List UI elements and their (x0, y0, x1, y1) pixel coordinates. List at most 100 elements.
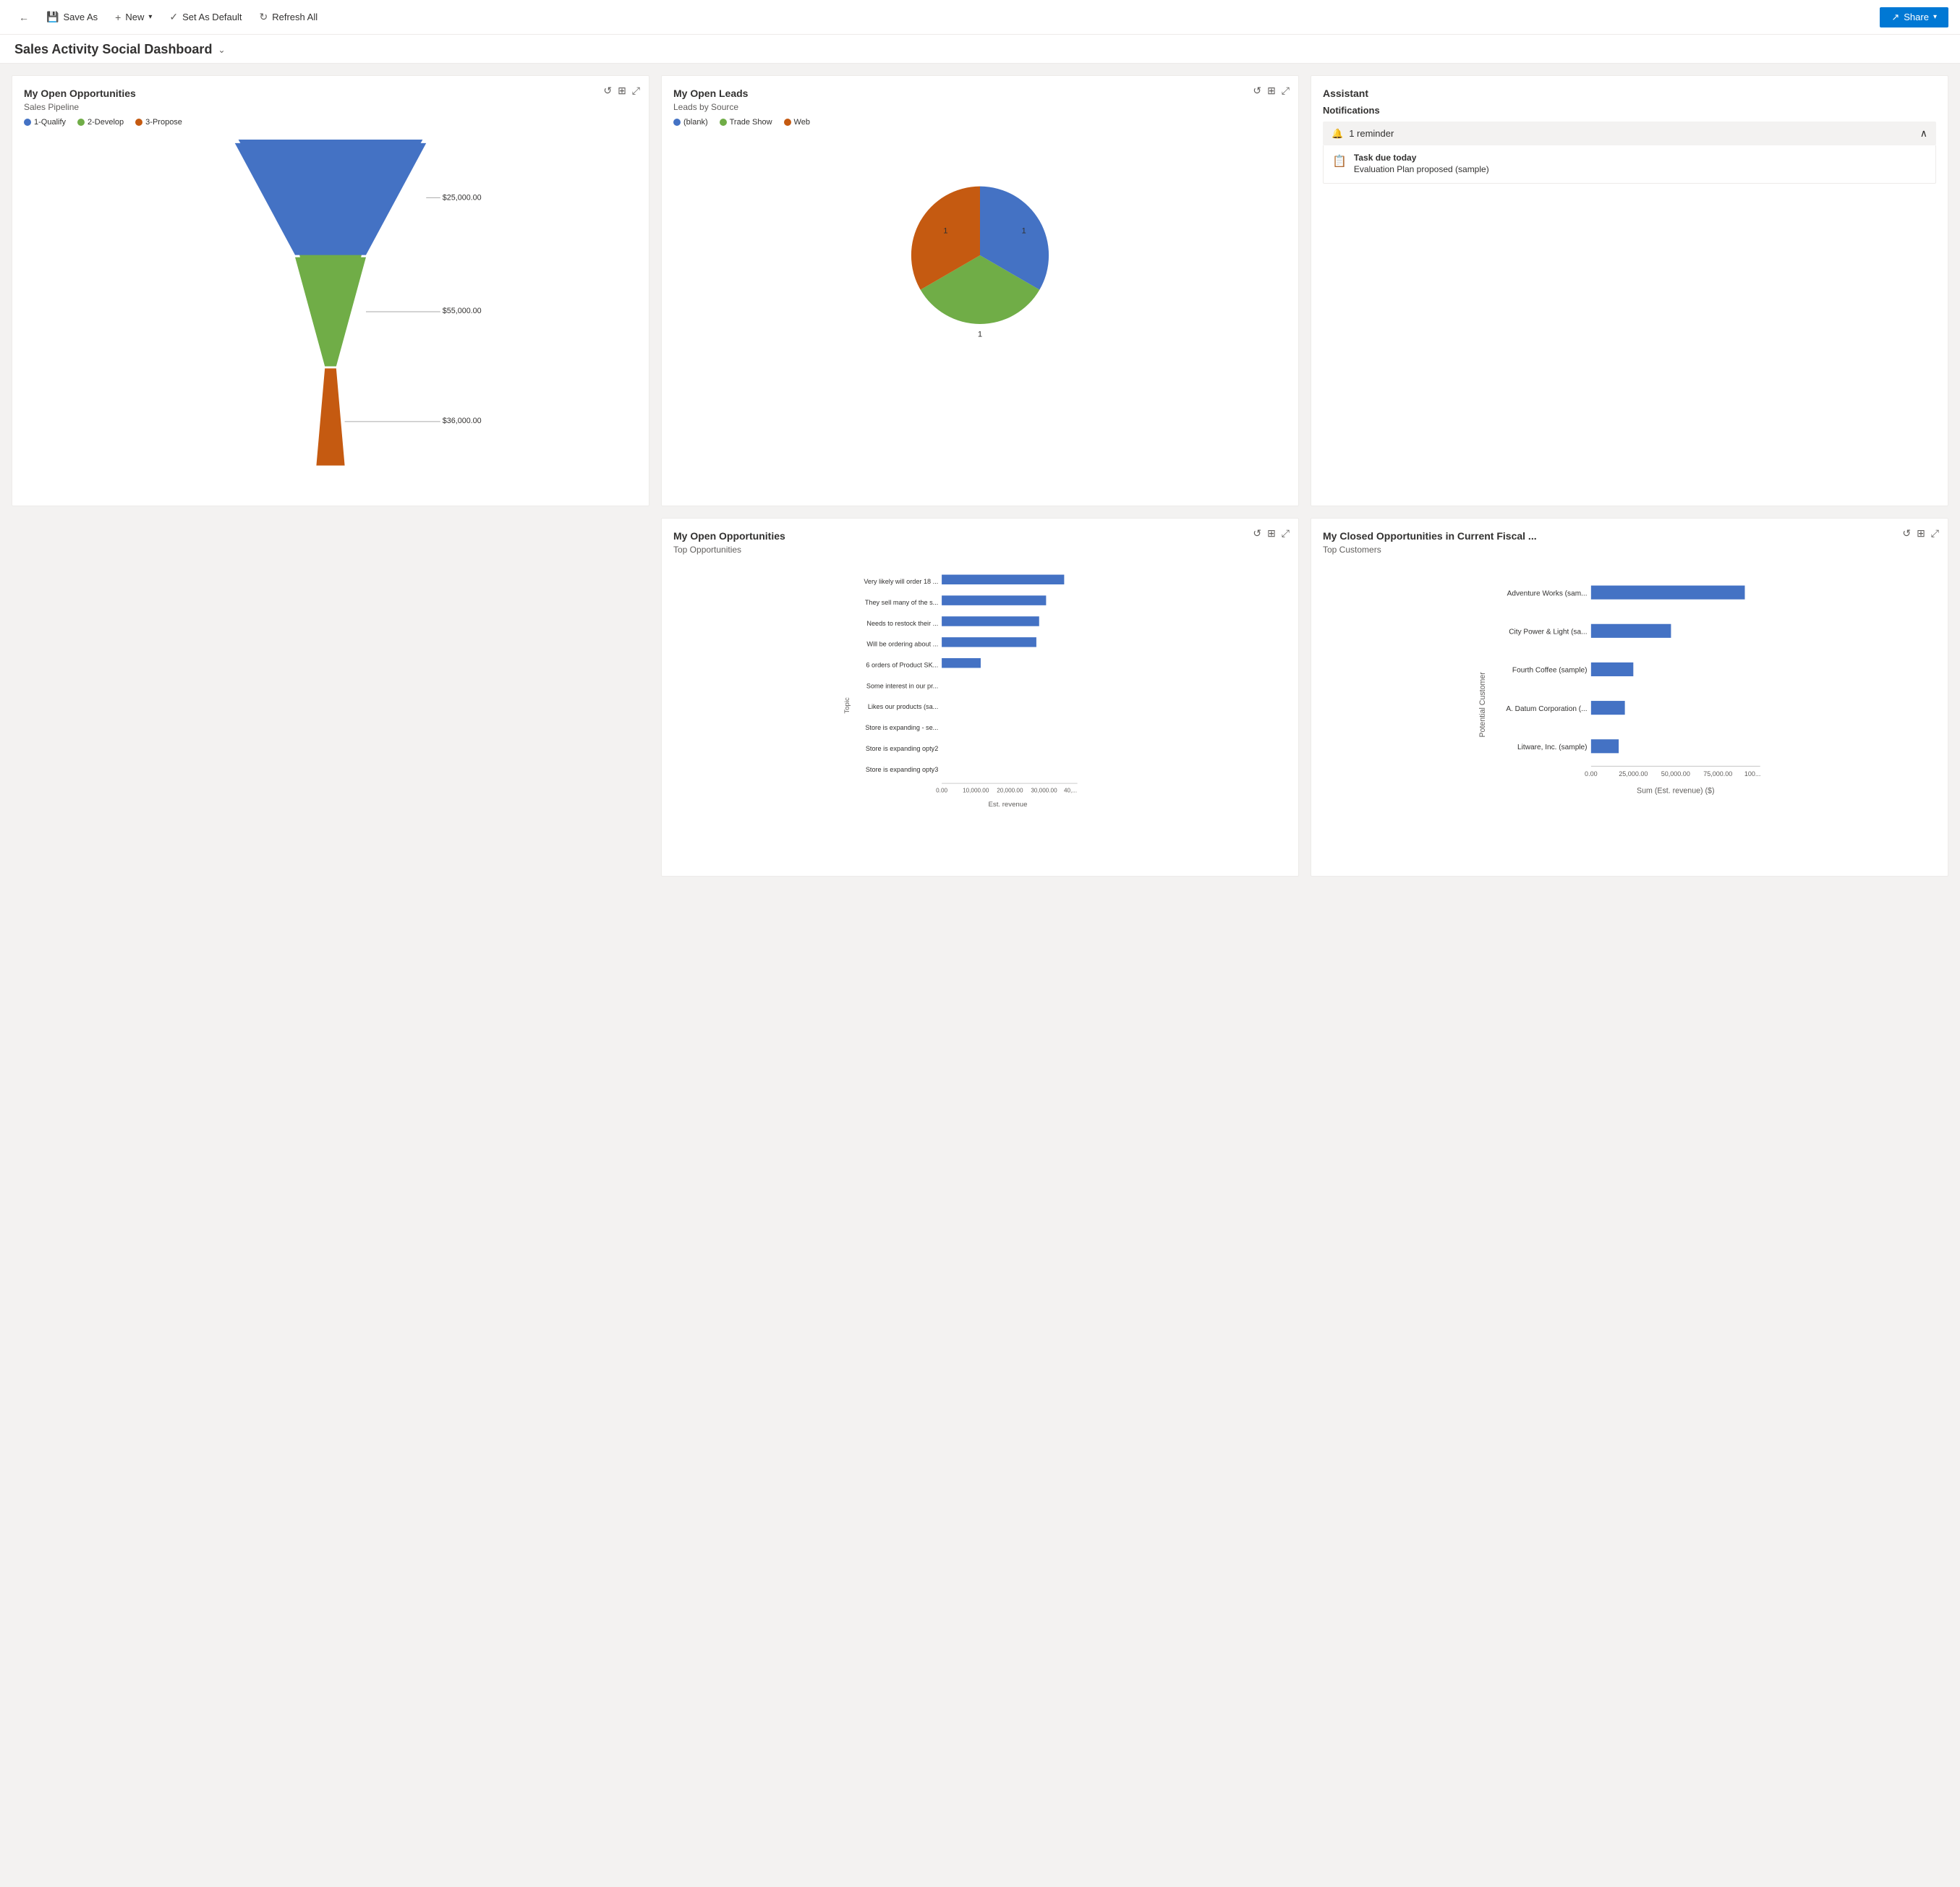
reload-icon-leads[interactable]: ↺ (1253, 85, 1261, 97)
refresh-button[interactable]: ↻ Refresh All (252, 8, 325, 26)
legend-blank: (blank) (673, 118, 708, 127)
page-title-chevron-icon[interactable]: ⌄ (218, 45, 225, 55)
develop-label: 2-Develop (88, 118, 124, 127)
funnel-svg: $25,000.00 $55,000.00 $36,000.00 (24, 140, 637, 487)
share-icon: ↗ (1891, 12, 1899, 23)
trade-show-label: Trade Show (730, 118, 772, 127)
page-title: Sales Activity Social Dashboard (14, 42, 212, 57)
open-opportunities-card: My Open Opportunities ↺ ⊞ ⤢ Sales Pipeli… (12, 75, 649, 506)
table-icon-closed[interactable]: ⊞ (1917, 527, 1925, 540)
qualify-label: 1-Qualify (34, 118, 66, 127)
set-default-button[interactable]: ✓ Set As Default (162, 8, 249, 26)
share-button[interactable]: ↗ Share ▾ (1880, 7, 1948, 27)
assistant-title: Assistant (1323, 88, 1936, 99)
empty-bottom-left (12, 518, 649, 877)
open-leads-card: My Open Leads ↺ ⊞ ⤢ Leads by Source (bla… (661, 75, 1299, 506)
expand-icon-opp-bar[interactable]: ⤢ (1282, 527, 1290, 540)
closed-bar-4[interactable] (1591, 739, 1619, 753)
web-label: Web (794, 118, 810, 127)
pie-label-blank: 1 (1022, 227, 1026, 236)
propose-label: 3-Propose (145, 118, 182, 127)
closed-bar-0[interactable] (1591, 586, 1745, 600)
closed-opportunities-subtitle: Top Customers (1323, 545, 1936, 555)
new-button[interactable]: + New ▾ (108, 9, 159, 26)
notifications-section: Notifications 🔔 1 reminder ∧ 📋 Task due … (1323, 105, 1936, 184)
legend-trade-show: Trade Show (720, 118, 772, 127)
reminder-header-left: 🔔 1 reminder (1331, 128, 1394, 140)
closed-x-tick-2: 50,000.00 (1661, 770, 1690, 778)
pie-label-web: 1 (978, 331, 982, 339)
bar-label-3: Will be ordering about ... (866, 641, 938, 648)
blank-dot (673, 119, 681, 126)
closed-opportunities-card: My Closed Opportunities in Current Fisca… (1311, 518, 1948, 877)
task-due-label: Task due today (1354, 153, 1489, 163)
bar-label-2: Needs to restock their ... (866, 620, 938, 627)
expand-icon-leads[interactable]: ⤢ (1282, 85, 1290, 97)
closed-x-tick-0: 0.00 (1585, 770, 1598, 778)
x-tick-1: 10,000.00 (963, 788, 989, 794)
share-chevron-icon: ▾ (1933, 13, 1937, 21)
open-leads-legend: (blank) Trade Show Web (673, 118, 1287, 127)
table-icon-opp-bar[interactable]: ⊞ (1267, 527, 1276, 540)
open-opportunities-subtitle: Sales Pipeline (24, 102, 637, 112)
refresh-label: Refresh All (272, 12, 318, 22)
reminder-header[interactable]: 🔔 1 reminder ∧ (1323, 122, 1936, 145)
closed-bar-label-2: Fourth Coffee (sample) (1512, 667, 1588, 675)
task-detail-text: Evaluation Plan proposed (sample) (1354, 163, 1489, 176)
x-tick-3: 30,000.00 (1031, 788, 1057, 794)
funnel-label-develop: $55,000.00 (443, 307, 482, 315)
closed-x-tick-4: 100... (1744, 770, 1761, 778)
new-chevron-icon: ▾ (148, 13, 152, 21)
bar-0[interactable] (942, 575, 1064, 584)
pie-label-tradeshow: 1 (943, 227, 947, 236)
expand-icon[interactable]: ⤢ (632, 85, 640, 97)
funnel-develop-shape[interactable] (295, 257, 366, 367)
blank-label: (blank) (683, 118, 708, 127)
bar-4[interactable] (942, 658, 981, 668)
open-opps-bar-svg: Topic Very likely will order 18 ... They… (673, 566, 1287, 859)
reminder-task-details: Task due today Evaluation Plan proposed … (1354, 153, 1489, 176)
open-opportunities-bar-subtitle: Top Opportunities (673, 545, 1287, 555)
closed-opportunities-actions: ↺ ⊞ ⤢ (1902, 527, 1939, 540)
funnel-propose-shape[interactable] (316, 368, 344, 465)
save-icon: 💾 (46, 11, 59, 23)
closed-bar-1[interactable] (1591, 624, 1671, 638)
reload-icon[interactable]: ↺ (603, 85, 612, 97)
save-as-button[interactable]: 💾 Save As (39, 8, 105, 26)
legend-item-propose: 3-Propose (135, 118, 182, 127)
bar-label-7: Store is expanding - se... (865, 724, 938, 731)
new-label: New (125, 12, 144, 22)
open-opportunities-bar-actions: ↺ ⊞ ⤢ (1253, 527, 1290, 540)
bar-label-5: Some interest in our pr... (866, 682, 938, 689)
x-tick-4: 40,... (1064, 788, 1077, 794)
back-button[interactable]: ← (12, 9, 36, 26)
closed-bar-2[interactable] (1591, 663, 1633, 676)
closed-bar-3[interactable] (1591, 701, 1625, 715)
bar-2[interactable] (942, 616, 1039, 626)
table-icon-leads[interactable]: ⊞ (1267, 85, 1276, 97)
check-icon: ✓ (169, 11, 178, 23)
reminder-count: 1 reminder (1349, 128, 1394, 139)
table-icon[interactable]: ⊞ (618, 85, 626, 97)
qualify-dot (24, 119, 31, 126)
x-tick-0: 0.00 (936, 788, 947, 794)
save-as-label: Save As (63, 12, 98, 22)
reload-icon-opp-bar[interactable]: ↺ (1253, 527, 1261, 540)
closed-x-axis-title: Sum (Est. revenue) ($) (1637, 787, 1714, 796)
notifications-label: Notifications (1323, 105, 1936, 116)
bar-3[interactable] (942, 637, 1036, 647)
funnel-qualify-shape[interactable] (235, 143, 426, 255)
new-icon: + (115, 12, 121, 23)
reload-icon-closed[interactable]: ↺ (1902, 527, 1911, 540)
propose-dot (135, 119, 142, 126)
closed-bar-label-4: Litware, Inc. (sample) (1517, 744, 1587, 751)
task-icon: 📋 (1332, 154, 1347, 169)
closed-bar-label-0: Adventure Works (sam... (1507, 589, 1588, 597)
legend-web: Web (784, 118, 810, 127)
bar-1[interactable] (942, 595, 1046, 605)
bar-label-4: 6 orders of Product SK... (866, 661, 938, 668)
closed-bar-label-3: A. Datum Corporation (... (1506, 705, 1587, 713)
bar-group: Very likely will order 18 ... They sell … (864, 575, 1064, 773)
closed-bar-group: Adventure Works (sam... City Power & Lig… (1506, 586, 1744, 754)
expand-icon-closed[interactable]: ⤢ (1931, 527, 1939, 540)
